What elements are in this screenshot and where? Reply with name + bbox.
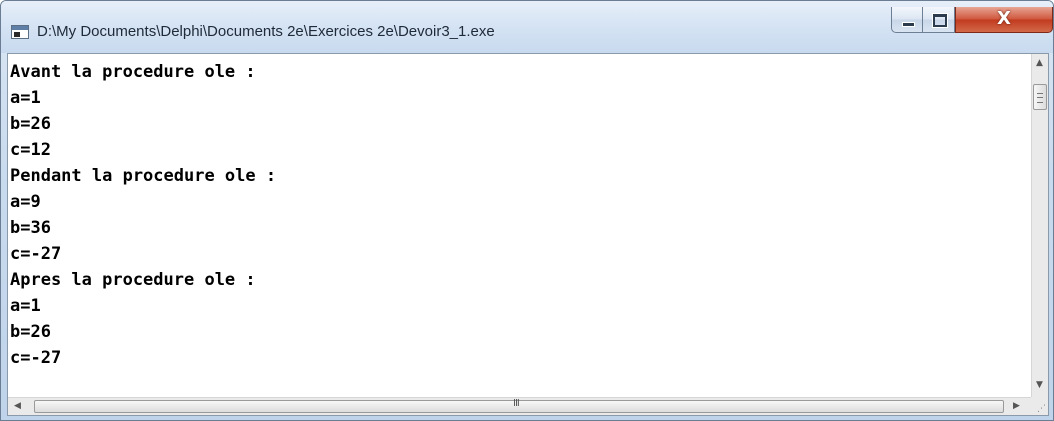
console-output[interactable]: Avant la procedure ole : a=1 b=26 c=12 P… [8,54,1031,397]
console-client-area: Avant la procedure ole : a=1 b=26 c=12 P… [7,53,1049,416]
horizontal-scrollbar[interactable]: ◀ III ▶ [8,397,1031,415]
minimize-button[interactable] [891,7,923,33]
horizontal-scroll-thumb[interactable]: III [34,398,1004,413]
scroll-down-arrow-icon[interactable]: ▼ [1036,380,1043,390]
console-line: a=9 [10,192,41,212]
scroll-up-arrow-icon[interactable]: ▲ [1036,58,1043,68]
console-line: Apres la procedure ole : [10,270,256,290]
console-line: c=12 [10,140,51,160]
grip-icon: III [513,398,520,409]
resize-corner[interactable]: ⋰ [1031,397,1048,415]
console-line: b=26 [10,114,51,134]
console-app-icon[interactable] [11,25,29,39]
maximize-button[interactable] [923,7,955,33]
console-line: b=26 [10,322,51,342]
maximize-icon [932,13,948,28]
scroll-left-arrow-icon[interactable]: ◀ [14,401,21,411]
vertical-scroll-thumb[interactable] [1033,84,1047,110]
console-line: c=-27 [10,348,62,368]
vertical-scrollbar[interactable]: ▲ ▼ [1031,54,1048,397]
console-line: b=36 [10,218,51,238]
console-line: a=1 [10,296,41,316]
console-line: c=-27 [10,244,62,264]
scroll-right-arrow-icon[interactable]: ▶ [1013,401,1020,411]
resize-grip-icon: ⋰ [1037,404,1046,414]
console-line: Avant la procedure ole : [10,62,256,82]
title-bar[interactable]: D:\My Documents\Delphi\Documents 2e\Exer… [1,1,1053,53]
console-line: Pendant la procedure ole : [10,166,277,186]
window-title: D:\My Documents\Delphi\Documents 2e\Exer… [37,23,495,40]
minimize-icon [902,22,915,27]
close-button[interactable]: X [955,7,1053,33]
console-line: a=1 [10,88,41,108]
console-window: D:\My Documents\Delphi\Documents 2e\Exer… [0,0,1054,421]
grip-icon [1037,93,1043,103]
close-icon: X [997,8,1011,29]
